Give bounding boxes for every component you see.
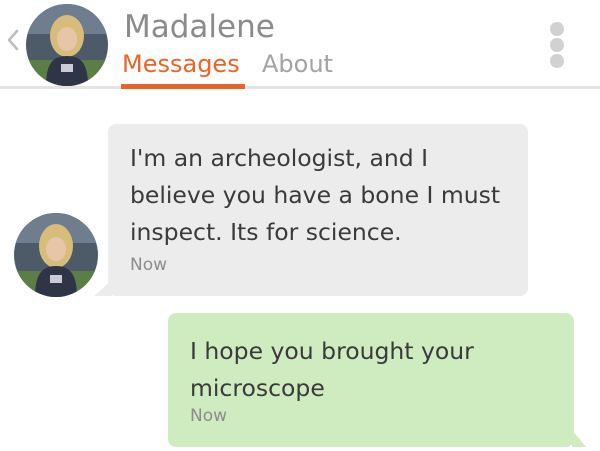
incoming-message-timestamp: Now <box>130 255 168 275</box>
message-sender-avatar[interactable] <box>14 213 98 297</box>
tab-about[interactable]: About <box>262 48 333 80</box>
outgoing-bubble-tail <box>572 430 586 447</box>
more-vertical-icon <box>550 22 564 36</box>
more-vertical-icon-dot <box>550 54 564 68</box>
contact-name: Madalene <box>124 9 275 45</box>
incoming-message-text: I'm an archeologist, and I believe you h… <box>130 144 501 246</box>
more-options-button[interactable] <box>550 20 566 70</box>
contact-avatar[interactable] <box>26 4 108 86</box>
outgoing-message-text: I hope you brought your microscope <box>190 337 474 402</box>
chevron-left-icon <box>7 29 19 51</box>
header-divider <box>0 86 600 89</box>
more-vertical-icon-dot <box>550 38 564 52</box>
outgoing-message-timestamp: Now <box>190 406 228 426</box>
back-button[interactable] <box>6 28 20 52</box>
avatar-photo <box>14 213 98 297</box>
avatar-photo <box>26 4 108 86</box>
chat-header: Madalene Messages About <box>0 0 600 86</box>
tab-messages[interactable]: Messages <box>122 48 240 80</box>
active-tab-indicator <box>121 84 245 89</box>
